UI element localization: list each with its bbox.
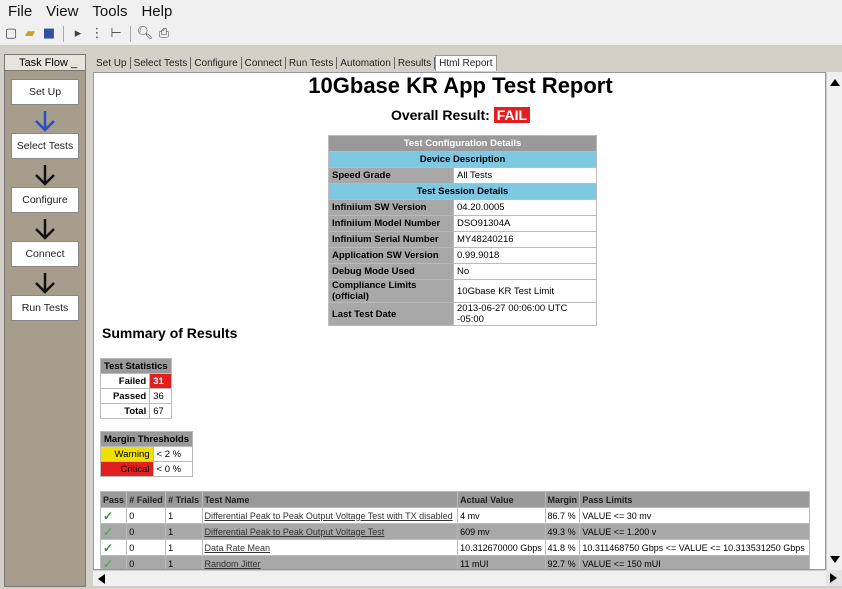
- print-icon[interactable]: ⎙: [156, 26, 172, 42]
- step-select-tests-button[interactable]: Select Tests: [11, 133, 79, 159]
- test-name-link[interactable]: Differential Peak to Peak Output Voltage…: [201, 523, 459, 540]
- menu-file[interactable]: File: [2, 3, 40, 20]
- arrow-down-icon: [35, 219, 55, 240]
- table-row: ✓ 0 1 Random Jitter 11 mUI 92.7 % VALUE …: [99, 555, 810, 569]
- pass-check-icon: ✓: [99, 555, 128, 569]
- margin-header: Margin Thresholds: [100, 431, 193, 447]
- test-name-link[interactable]: Differential Peak to Peak Output Voltage…: [201, 507, 459, 524]
- tab-set-up[interactable]: Set Up: [93, 58, 130, 69]
- menu-tools[interactable]: Tools: [86, 3, 135, 20]
- run-icon[interactable]: ▸: [70, 26, 86, 42]
- arrow-down-icon: [35, 165, 55, 186]
- tab-automation[interactable]: Automation: [337, 58, 394, 69]
- preview-icon[interactable]: 🔍︎: [137, 26, 154, 42]
- save-icon[interactable]: ■: [41, 26, 57, 42]
- session-header: Test Session Details: [328, 183, 597, 200]
- pass-check-icon: ✓: [99, 507, 128, 524]
- horizontal-scrollbar[interactable]: [93, 570, 826, 586]
- scroll-down-icon[interactable]: [830, 556, 840, 564]
- stop-icon[interactable]: ⊢: [108, 26, 124, 42]
- vertical-scrollbar[interactable]: [826, 72, 842, 570]
- overall-result-badge: FAIL: [493, 107, 531, 123]
- table-row: Warning < 2 %: [100, 446, 193, 462]
- pass-check-icon: ✓: [99, 523, 128, 540]
- step-set-up-button[interactable]: Set Up: [11, 79, 79, 105]
- menu-bar: File View Tools Help: [0, 0, 842, 22]
- toolbar-separator: [130, 25, 131, 42]
- table-row: Critical < 0 %: [100, 461, 193, 477]
- report-title: 10Gbase KR App Test Report: [308, 73, 613, 98]
- table-row: Infiniium Model Number DSO91304A: [328, 215, 597, 232]
- scroll-right-icon[interactable]: [830, 573, 838, 583]
- scroll-corner: [826, 570, 842, 586]
- stats-header: Test Statistics: [100, 358, 172, 374]
- table-row: Failed 31: [99, 373, 172, 389]
- margin-table: Margin Thresholds Warning < 2 % Critical <…: [100, 431, 193, 477]
- step-connect-button[interactable]: Connect: [11, 241, 79, 267]
- tab-results[interactable]: Results: [395, 58, 434, 69]
- table-row: Total 67: [99, 403, 172, 419]
- stats-table: Test Statistics Failed 31 Passed 36 Total 6…: [99, 358, 172, 419]
- table-row: Compliance Limits (official) 10Gbase KR T…: [328, 279, 597, 303]
- table-row: Infiniium Serial Number MY48240216: [328, 231, 597, 248]
- device-header: Device Description: [328, 151, 597, 168]
- test-name-link[interactable]: Random Jitter: [201, 555, 459, 569]
- tab-configure[interactable]: Configure: [191, 58, 240, 69]
- arrow-down-icon: [35, 111, 55, 132]
- table-row: Passed 36: [99, 388, 172, 404]
- tab-bar: Set Up Select Tests Configure Connect Ru…: [93, 54, 842, 72]
- toolbar: ▢ ▰ ■ ▸ ⋮ ⊢ 🔍︎ ⎙: [0, 22, 842, 46]
- scroll-left-icon[interactable]: [97, 574, 105, 584]
- table-row: Infiniium SW Version 04.20.0005: [328, 199, 597, 216]
- table-row: Application SW Version 0.99.9018: [328, 247, 597, 264]
- task-flow-title: Task Flow _: [5, 55, 85, 71]
- overall-result-label: Overall Result:: [390, 107, 490, 123]
- step-icon[interactable]: ⋮: [89, 26, 105, 42]
- table-row: Last Test Date 2013-06-27 00:06:00 UTC -0…: [328, 302, 597, 326]
- html-report-view: 10Gbase KR App Test Report Overall Resul…: [93, 72, 826, 570]
- scroll-up-icon[interactable]: [830, 78, 840, 86]
- results-table: Pass # Failed # Trials Test Name Actual …: [99, 491, 810, 569]
- pass-check-icon: ✓: [99, 539, 128, 556]
- arrow-down-icon: [35, 273, 55, 294]
- config-table: Test Configuration Details Device Descri…: [328, 135, 597, 326]
- table-row: ✓ 0 1 Differential Peak to Peak Output V…: [99, 523, 810, 540]
- table-row: ✓ 0 1 Differential Peak to Peak Output V…: [99, 507, 810, 524]
- table-row: Speed Grade All Tests: [328, 167, 597, 184]
- new-icon[interactable]: ▢: [3, 26, 19, 42]
- menu-help[interactable]: Help: [135, 3, 180, 20]
- test-name-link[interactable]: Data Rate Mean: [201, 539, 459, 556]
- config-header: Test Configuration Details: [328, 135, 597, 152]
- tab-html-report[interactable]: Html Report: [435, 55, 497, 71]
- menu-view[interactable]: View: [40, 3, 86, 20]
- table-row: Debug Mode Used No: [328, 263, 597, 280]
- summary-title: Summary of Results: [102, 325, 238, 341]
- overall-result: Overall Result: FAIL: [94, 107, 825, 123]
- task-flow-panel: Task Flow _ Set Up Select Tests Configur…: [4, 54, 86, 587]
- table-row: ✓ 0 1 Data Rate Mean 10.312670000 Gbps 4…: [99, 539, 810, 556]
- step-configure-button[interactable]: Configure: [11, 187, 79, 213]
- tab-connect[interactable]: Connect: [242, 58, 285, 69]
- tab-run-tests[interactable]: Run Tests: [286, 58, 336, 69]
- open-icon[interactable]: ▰: [22, 26, 38, 42]
- tab-select-tests[interactable]: Select Tests: [131, 58, 191, 69]
- toolbar-separator: [63, 25, 64, 42]
- step-run-tests-button[interactable]: Run Tests: [11, 295, 79, 321]
